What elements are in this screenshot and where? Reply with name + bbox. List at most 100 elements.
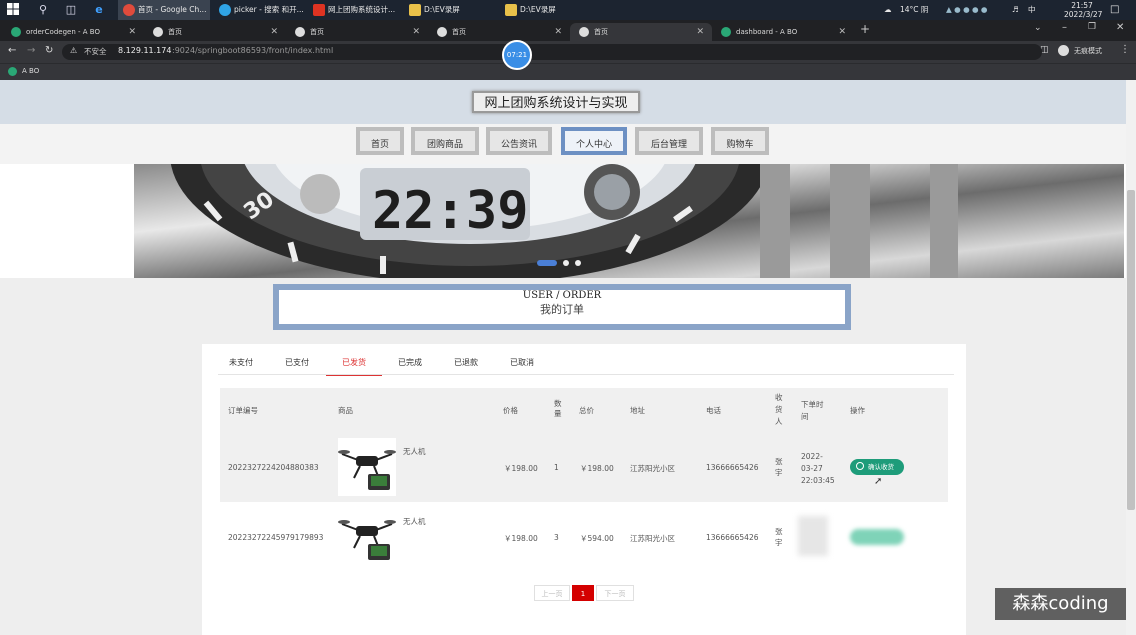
ime-indicator[interactable]: 中 [1028,0,1036,20]
watermark: 森森coding [995,588,1126,620]
order-number: 2022327224597917989­3 [228,533,324,542]
product-thumbnail[interactable] [338,438,396,496]
col-order-time: 下单时间 [801,400,824,421]
receiver: 张宇 [775,457,783,477]
browser-tab[interactable]: 首页 ✕ [286,23,428,41]
reload-icon[interactable]: ↻ [45,45,53,56]
carousel-indicators [537,260,587,266]
close-icon[interactable]: ✕ [128,23,136,41]
quantity: 1 [554,463,559,472]
minimize-icon[interactable]: – [1062,22,1067,33]
total-price: ￥198.00 [580,464,614,473]
tab-shipped[interactable]: 已发货 [326,356,382,376]
tab-paid[interactable]: 已支付 [285,356,309,374]
nav-group-products[interactable]: 团购商品 [411,127,479,155]
product-thumbnail[interactable] [338,508,396,566]
section-title-box: USER / ORDER 我的订单 [273,284,851,330]
close-icon[interactable]: ✕ [838,23,846,41]
close-icon[interactable]: ✕ [696,23,704,41]
confirm-icon [856,462,864,470]
close-icon[interactable]: ✕ [270,23,278,41]
notification-icon[interactable]: □ [1110,0,1119,20]
tab-cancelled[interactable]: 已取消 [510,356,534,374]
tab-favicon-icon [153,27,163,37]
carousel-dot[interactable] [575,260,581,266]
recording-timer-badge: 07:21 [502,40,532,70]
task-view-icon[interactable]: ◫ [64,3,78,17]
carousel-dot-active[interactable] [537,260,557,266]
confirm-receipt-button-blurred[interactable] [850,529,904,545]
receiver: 张宇 [775,527,783,547]
search-icon[interactable]: ⚲ [36,3,50,17]
browser-tab[interactable]: 首页 ✕ [428,23,570,41]
close-icon[interactable]: ✕ [412,23,420,41]
close-icon[interactable]: ✕ [554,23,562,41]
col-price: 价格 [503,406,518,415]
carousel-dot[interactable] [563,260,569,266]
folder-icon [505,4,517,16]
col-product: 商品 [338,406,353,415]
url-path: :9024/springboot86593/front/index.html [172,46,334,55]
taskbar-app-folder-1[interactable]: D:\EV录屏 [404,0,496,20]
col-total: 总价 [579,406,594,415]
confirm-receipt-button[interactable]: 确认收货 [850,459,904,475]
windows-start-icon[interactable] [6,3,20,17]
tab-divider [218,374,954,375]
taskbar-app-edge[interactable]: picker - 搜索 和开... [214,0,306,20]
new-tab-button[interactable]: + [860,22,870,36]
order-time: 2022- 03-27 22:03:45 [801,452,835,485]
tab-favicon-icon [295,27,305,37]
page-number-current[interactable]: 1 [572,585,594,601]
system-clock[interactable]: 21:57 2022/3/27 [1064,0,1102,21]
tab-refunded[interactable]: 已退款 [454,356,478,374]
mouse-cursor-icon: ➚ [874,476,883,487]
back-icon[interactable]: ← [8,45,16,56]
nav-admin[interactable]: 后台管理 [635,127,703,155]
nav-personal-center[interactable]: 个人中心 [561,127,627,155]
address: 江苏阳光小区 [630,464,675,473]
window-close-icon[interactable]: ✕ [1116,22,1124,33]
windows-taskbar: ⚲ ◫ e 首页 - Google Ch... picker - 搜索 和开..… [0,0,1136,20]
tab-search-icon[interactable]: ⌄ [1034,23,1042,33]
browser-tab[interactable]: orderCodegen - A BO ✕ [2,23,144,41]
nav-news[interactable]: 公告资讯 [486,127,552,155]
product-name[interactable]: 无人机 [403,446,426,457]
url-bar[interactable]: ⚠ 不安全 8.129.11.174 :9024/springboot86593… [62,44,1042,60]
tab-favicon-icon [11,27,21,37]
address: 江苏阳光小区 [630,534,675,543]
menu-icon[interactable]: ⋮ [1120,44,1130,55]
volume-icon[interactable]: ♬ [1012,0,1019,20]
col-receiver: 收货人 [775,393,783,426]
taskbar-app-chrome[interactable]: 首页 - Google Ch... [118,0,210,20]
profile-label[interactable]: 无痕模式 [1074,46,1102,56]
forward-icon[interactable]: → [27,45,35,56]
nav-home[interactable]: 首页 [356,127,404,155]
browser-tab[interactable]: 首页 ✕ [144,23,286,41]
bookmark-item[interactable]: A BO [22,67,39,75]
table-row: 2022327224597917989­3 无人机 ￥198.00 3 ￥594… [220,502,948,572]
product-name[interactable]: 无人机 [403,516,426,527]
tab-favicon-icon [721,27,731,37]
warning-icon: ⚠ [70,46,78,55]
bookmark-favicon-icon [8,67,17,76]
restore-icon[interactable]: ❐ [1088,22,1096,32]
tab-completed[interactable]: 已完成 [398,356,422,374]
incognito-icon[interactable] [1058,45,1069,56]
browser-tab-active[interactable]: 首页 ✕ [570,23,712,41]
browser-tab[interactable]: dashboard - A BO ✕ [712,23,854,41]
table-row: 2022327224204880383 无人机 ￥198.00 1 ￥198.0… [220,432,948,502]
tab-favicon-icon [579,27,589,37]
nav-cart[interactable]: 购物车 [711,127,769,155]
weather-icon[interactable]: ☁ [884,0,892,20]
col-qty: 数量 [554,399,562,418]
next-page-button[interactable]: 下一页 [596,585,634,601]
taskbar-app-vivaldi[interactable]: 网上团购系统设计... [308,0,400,20]
order-number: 2022327224204880383 [228,463,319,472]
taskbar-app-folder-2[interactable]: D:\EV录屏 [500,0,592,20]
tab-unpaid[interactable]: 未支付 [229,356,253,374]
edge-icon[interactable]: e [92,3,106,17]
tray-icons[interactable]: ▲ ● ● ● ● [946,0,987,20]
scrollbar-thumb[interactable] [1127,190,1135,510]
prev-page-button[interactable]: 上一页 [534,585,570,601]
browser-tab-strip: orderCodegen - A BO ✕ 首页 ✕ 首页 ✕ 首页 ✕ 首页 ✕ das… [0,20,1136,41]
